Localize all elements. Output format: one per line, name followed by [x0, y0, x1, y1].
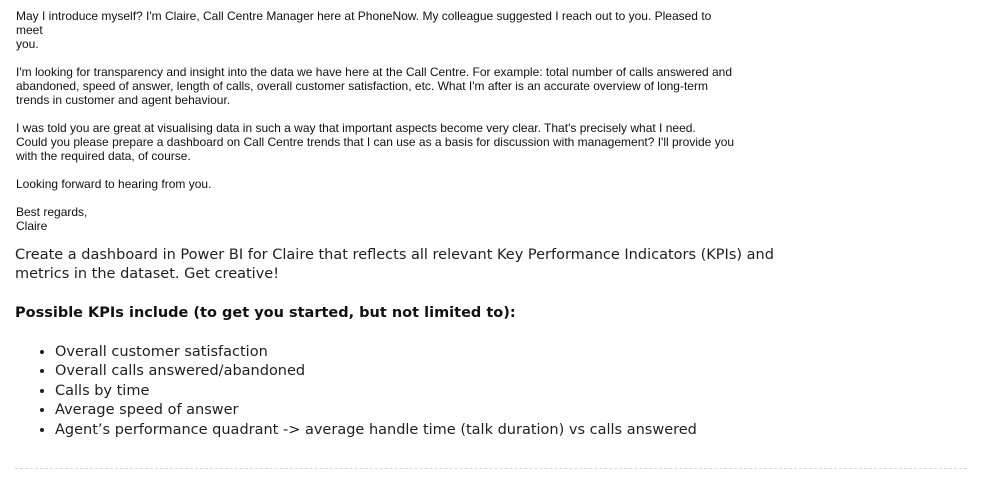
email-closing-paragraph: Looking forward to hearing from you. [16, 177, 736, 191]
section-divider [15, 468, 967, 469]
email-body: May I introduce myself? I'm Claire, Call… [16, 9, 736, 247]
email-intro-paragraph: May I introduce myself? I'm Claire, Call… [16, 9, 736, 51]
kpi-list: Overall customer satisfaction Overall ca… [15, 343, 775, 440]
email-ask-line: Could you please prepare a dashboard on … [16, 135, 735, 149]
email-ask-line: I was told you are great at visualising … [16, 121, 696, 135]
kpi-list-item: Agent’s performance quadrant -> average … [55, 421, 775, 440]
email-intro-line: you. [16, 37, 39, 51]
email-request-line: abandoned, speed of answer, length of ca… [16, 79, 708, 93]
email-signoff-block: Best regards, Claire [16, 205, 736, 233]
email-signoff: Best regards, [16, 205, 88, 219]
email-closing: Looking forward to hearing from you. [16, 177, 212, 191]
email-request-line: trends in customer and agent behaviour. [16, 93, 231, 107]
kpi-heading: Possible KPIs include (to get you starte… [15, 305, 516, 321]
email-ask-paragraph: I was told you are great at visualising … [16, 121, 736, 163]
email-signature: Claire [16, 219, 48, 233]
task-intro: Create a dashboard in Power BI for Clair… [15, 247, 774, 282]
kpi-list-item: Average speed of answer [55, 401, 775, 420]
kpi-list-item: Overall customer satisfaction [55, 343, 775, 362]
email-request-line: I'm looking for transparency and insight… [16, 65, 733, 79]
kpi-list-item: Calls by time [55, 382, 775, 401]
email-intro-line: May I introduce myself? I'm Claire, Call… [16, 9, 712, 37]
email-ask-line: with the required data, of course. [16, 149, 191, 163]
task-brief: Create a dashboard in Power BI for Clair… [15, 246, 775, 440]
email-request-paragraph: I'm looking for transparency and insight… [16, 65, 736, 107]
kpi-list-item: Overall calls answered/abandoned [55, 362, 775, 381]
